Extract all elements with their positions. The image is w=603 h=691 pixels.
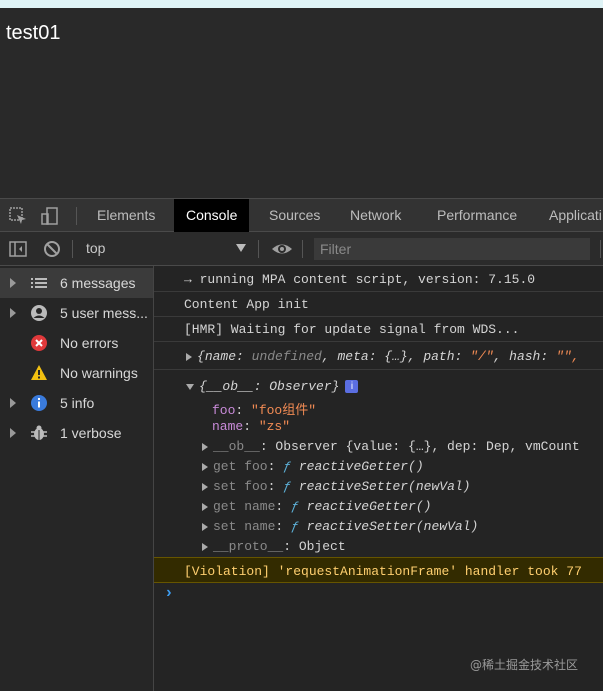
object-header[interactable]: {__ob__: Observer} i [186,379,359,394]
sidebar-item-messages[interactable]: 6 messages [0,268,153,298]
sidebar-item-label: 6 messages [60,275,136,291]
object-property[interactable]: get name: ƒ reactiveGetter() [202,499,431,514]
expand-arrow-icon[interactable] [202,482,208,491]
sidebar-toggle-icon[interactable] [8,239,28,259]
object-property: foo: "foo组件" [212,403,317,418]
toolbar-separator [302,240,303,258]
context-selector[interactable]: top [86,232,105,265]
expand-arrow-icon[interactable] [202,462,208,471]
expand-arrow-icon[interactable] [10,308,16,318]
devtools-tabbar: Elements Console Sources Network Perform… [0,198,603,232]
console-message-text: [Violation] 'requestAnimationFrame' hand… [184,564,582,579]
user-icon [30,304,48,322]
toolbar-separator [600,240,601,258]
error-icon [30,334,48,352]
eye-icon[interactable] [271,239,292,259]
toolbar-separator [258,240,259,258]
expand-arrow-icon[interactable] [10,278,16,288]
sidebar-item-verbose[interactable]: 1 verbose [0,418,153,448]
watermark: @稀土掘金技术社区 [470,658,579,672]
info-icon [30,394,48,412]
console-object-route[interactable]: {name: undefined, meta: {…}, path: "/", … [154,342,603,370]
warning-icon [30,364,48,382]
expand-arrow-icon[interactable] [10,428,16,438]
sidebar-item-label: 5 user mess... [60,305,148,321]
object-property[interactable]: set foo: ƒ reactiveSetter(newVal) [202,479,470,494]
console-output: → running MPA content script, version: 7… [154,266,603,691]
console-prompt-icon[interactable]: › [164,584,174,602]
object-property[interactable]: get foo: ƒ reactiveGetter() [202,459,424,474]
tab-sources[interactable]: Sources [269,199,320,232]
console-message: Content App init [154,292,603,317]
sidebar-item-label: No warnings [60,365,138,381]
object-property[interactable]: __proto__: Object [202,539,346,554]
expand-arrow-icon[interactable] [202,522,208,531]
console-object-preview[interactable]: {name: undefined, meta: {…}, path: "/", … [186,349,579,364]
expand-arrow-icon[interactable] [202,542,208,551]
sidebar-item-label: No errors [60,335,119,351]
console-toolbar: top [0,232,603,266]
filter-input[interactable] [314,238,590,260]
page-viewport: test01 [0,0,603,198]
expand-arrow-icon[interactable] [186,352,192,361]
sidebar-item-warnings[interactable]: No warnings [0,358,153,388]
device-toggle-icon[interactable] [40,206,60,226]
console-object-expanded: {__ob__: Observer} i foo: "foo组件" name: "… [154,370,603,556]
bug-icon [30,424,48,442]
tab-console[interactable]: Console [174,199,250,232]
console-message-text: → running MPA content script, version: 7… [184,272,536,287]
sidebar-item-label: 5 info [60,395,95,411]
expand-arrow-icon[interactable] [202,502,208,511]
sidebar-item-user-messages[interactable]: 5 user mess... [0,298,153,328]
toolbar-separator [72,240,73,258]
object-property[interactable]: set name: ƒ reactiveSetter(newVal) [202,519,478,534]
list-icon [30,274,48,292]
info-badge-icon[interactable]: i [345,380,359,394]
console-message: [HMR] Waiting for update signal from WDS… [154,317,603,342]
expand-arrow-icon[interactable] [202,442,208,451]
context-dropdown-arrow-icon[interactable] [236,244,246,252]
tab-separator [76,207,77,225]
inspect-element-icon[interactable] [8,206,28,226]
tab-performance[interactable]: Performance [437,199,517,232]
console-message-text: [HMR] Waiting for update signal from WDS… [184,322,520,337]
tab-elements[interactable]: Elements [97,199,155,232]
sidebar-item-info[interactable]: 5 info [0,388,153,418]
console-sidebar: 6 messages 5 user mess... No errors No w… [0,266,154,691]
object-property: name: "zs" [212,419,291,434]
devtools-panel: Elements Console Sources Network Perform… [0,198,603,691]
expand-arrow-icon[interactable] [10,398,16,408]
object-property[interactable]: __ob__: Observer {value: {…}, dep: Dep, … [202,439,580,454]
console-violation-message: [Violation] 'requestAnimationFrame' hand… [154,557,603,583]
console-message: → running MPA content script, version: 7… [154,266,603,292]
page-title: test01 [6,22,61,44]
sidebar-item-label: 1 verbose [60,425,122,441]
collapse-arrow-icon[interactable] [186,383,194,390]
tab-application[interactable]: Applicati [549,199,602,232]
tab-network[interactable]: Network [350,199,401,232]
block-icon[interactable] [42,239,62,259]
sidebar-item-errors[interactable]: No errors [0,328,153,358]
console-message-text: Content App init [184,297,309,312]
